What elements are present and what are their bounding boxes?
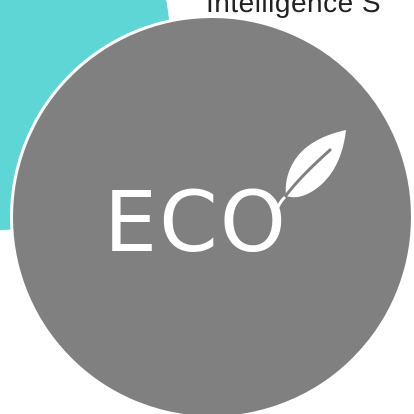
eco-graphic: Intelligence S ECO	[0, 0, 414, 414]
leaf-icon	[274, 130, 346, 214]
eco-label: ECO	[104, 173, 288, 271]
